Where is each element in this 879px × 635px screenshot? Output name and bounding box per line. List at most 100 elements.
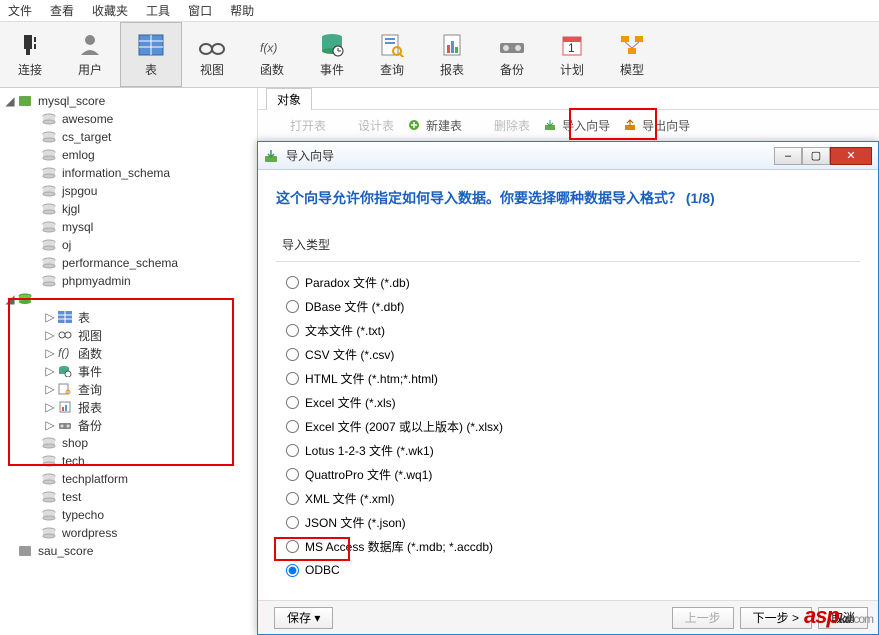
node-表[interactable]: ▷表 [0,308,257,326]
db-shop[interactable]: shop [0,434,257,452]
radio-input[interactable] [286,348,299,361]
db-oj[interactable]: oj [0,236,257,254]
dialog-title-text: 导入向导 [286,147,774,164]
radio-input[interactable] [286,420,299,433]
toolbar-query[interactable]: 查询 [362,22,422,87]
radio-input[interactable] [286,300,299,313]
model-icon [616,31,648,59]
toolbar-schedule[interactable]: 1计划 [542,22,602,87]
menu-帮助[interactable]: 帮助 [230,2,254,19]
maximize-button[interactable]: ▢ [802,147,830,165]
radio-option-8[interactable]: QuattroPro 文件 (*.wq1) [286,462,860,486]
db-phpmyadmin[interactable]: phpmyadmin [0,272,257,290]
tab-objects[interactable]: 对象 [266,88,312,110]
radio-option-7[interactable]: Lotus 1-2-3 文件 (*.wk1) [286,438,860,462]
db-mysql[interactable]: mysql [0,218,257,236]
radio-option-5[interactable]: Excel 文件 (*.xls) [286,390,860,414]
radio-option-2[interactable]: 文本文件 (*.txt) [286,318,860,342]
svg-text:1: 1 [568,41,575,55]
db-awesome[interactable]: awesome [0,110,257,128]
db-cs_target[interactable]: cs_target [0,128,257,146]
svg-text:f(): f() [58,347,69,359]
toolbar-model[interactable]: 模型 [602,22,662,87]
toolbar-plug[interactable]: 连接 [0,22,60,87]
event-icon [316,31,348,59]
cancel-button[interactable]: 取消 [818,607,868,629]
db-kjgl[interactable]: kjgl [0,200,257,218]
import-wizard-dialog: 导入向导 – ▢ ✕ 这个向导允许你指定如何导入数据。你要选择哪种数据导入格式？… [257,141,879,635]
db-performance_schema[interactable]: performance_schema [0,254,257,272]
radio-input[interactable] [286,564,299,577]
db-expanded[interactable]: ◢ [0,290,257,308]
db-test[interactable]: test [0,488,257,506]
db-wordpress[interactable]: wordpress [0,524,257,542]
next-button[interactable]: 下一步 > [740,607,812,629]
db-jspgou[interactable]: jspgou [0,182,257,200]
sidebar-tree[interactable]: ◢mysql_scoreawesomecs_targetemloginforma… [0,88,258,635]
toolbar-fx[interactable]: f(x)函数 [242,22,302,87]
radio-option-6[interactable]: Excel 文件 (2007 或以上版本) (*.xlsx) [286,414,860,438]
radio-option-4[interactable]: HTML 文件 (*.htm;*.html) [286,366,860,390]
node-备份[interactable]: ▷备份 [0,416,257,434]
radio-input[interactable] [286,372,299,385]
toolbar-event[interactable]: 事件 [302,22,362,87]
menu-窗口[interactable]: 窗口 [188,2,212,19]
node-函数[interactable]: ▷f()函数 [0,344,257,362]
radio-input[interactable] [286,468,299,481]
toolbar-backup[interactable]: 备份 [482,22,542,87]
radio-option-1[interactable]: DBase 文件 (*.dbf) [286,294,860,318]
radio-input[interactable] [286,444,299,457]
db-tech[interactable]: tech [0,452,257,470]
prev-button: 上一步 [672,607,734,629]
db-typecho[interactable]: typecho [0,506,257,524]
toolbar-report[interactable]: 报表 [422,22,482,87]
minimize-button[interactable]: – [774,147,802,165]
import-type-list: Paradox 文件 (*.db)DBase 文件 (*.dbf)文本文件 (*… [276,261,860,582]
radio-option-3[interactable]: CSV 文件 (*.csv) [286,342,860,366]
action-设计表: 设计表 [340,117,394,134]
radio-input[interactable] [286,540,299,553]
conn-sau_score[interactable]: sau_score [0,542,257,560]
save-button[interactable]: 保存 ▾ [274,607,333,629]
close-button[interactable]: ✕ [830,147,872,165]
menubar: 文件 查看 收藏夹 工具 窗口 帮助 [0,0,879,22]
menu-文件[interactable]: 文件 [8,2,32,19]
dialog-titlebar[interactable]: 导入向导 – ▢ ✕ [258,142,878,170]
report-icon [436,31,468,59]
conn-mysql_score[interactable]: ◢mysql_score [0,92,257,110]
import-icon [544,119,558,133]
radio-option-12[interactable]: ODBC [286,558,860,582]
node-报表[interactable]: ▷报表 [0,398,257,416]
db-emlog[interactable]: emlog [0,146,257,164]
query-icon [376,31,408,59]
radio-option-0[interactable]: Paradox 文件 (*.db) [286,270,860,294]
radio-input[interactable] [286,516,299,529]
export-icon [624,119,638,133]
fx-icon: f(x) [256,31,288,59]
radio-input[interactable] [286,492,299,505]
menu-收藏夹[interactable]: 收藏夹 [92,2,128,19]
import-icon [264,149,280,163]
action-删除表: 删除表 [476,117,530,134]
action-导入向导[interactable]: 导入向导 [544,117,610,134]
node-视图[interactable]: ▷视图 [0,326,257,344]
node-事件[interactable]: ▷事件 [0,362,257,380]
radio-option-9[interactable]: XML 文件 (*.xml) [286,486,860,510]
action-新建表[interactable]: 新建表 [408,117,462,134]
radio-input[interactable] [286,276,299,289]
db-information_schema[interactable]: information_schema [0,164,257,182]
radio-option-11[interactable]: MS Access 数据库 (*.mdb; *.accdb) [286,534,860,558]
menu-查看[interactable]: 查看 [50,2,74,19]
toolbar-user[interactable]: 用户 [60,22,120,87]
menu-工具[interactable]: 工具 [146,2,170,19]
radio-input[interactable] [286,324,299,337]
db-techplatform[interactable]: techplatform [0,470,257,488]
toolbar-view[interactable]: 视图 [182,22,242,87]
node-查询[interactable]: ▷查询 [0,380,257,398]
radio-option-10[interactable]: JSON 文件 (*.json) [286,510,860,534]
toolbar-table[interactable]: 表 [120,22,182,87]
action-导出向导[interactable]: 导出向导 [624,117,690,134]
action-打开表: 打开表 [272,117,326,134]
radio-input[interactable] [286,396,299,409]
backup-icon [496,31,528,59]
